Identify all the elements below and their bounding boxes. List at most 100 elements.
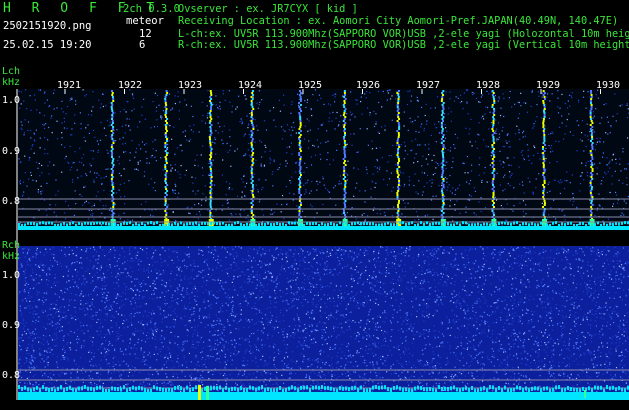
baseline-noise [573, 387, 575, 392]
meteor-echo [543, 138, 546, 140]
baseline-noise [183, 223, 185, 227]
baseline-noise [390, 223, 392, 227]
baseline-noise [204, 386, 206, 391]
meteor-echo [440, 142, 443, 144]
baseline-noise [516, 221, 518, 225]
meteor-echo [442, 164, 445, 166]
baseline-noise [588, 221, 590, 225]
meteor-echo [491, 134, 494, 136]
baseline-noise [264, 387, 266, 392]
baseline-noise [414, 223, 416, 227]
time-tick: 1927 [416, 80, 441, 91]
meteor-echo [298, 106, 301, 108]
meteor-echo [166, 190, 169, 192]
meteor-echo [398, 160, 401, 162]
baseline-noise [372, 222, 374, 226]
baseline-noise [129, 387, 131, 392]
meteor-echo [542, 174, 545, 176]
baseline-noise [246, 222, 248, 226]
baseline-noise [150, 388, 152, 393]
meteor-echo [590, 200, 593, 202]
meteor-echo [440, 114, 443, 116]
baseline-noise [195, 385, 197, 390]
meteor-echo [492, 120, 495, 122]
meteor-echo [492, 202, 495, 204]
meteor-echo [396, 150, 399, 152]
baseline-noise [408, 388, 410, 393]
meteor-echo [542, 154, 545, 156]
meteor-echo [491, 204, 494, 206]
baseline-noise [540, 221, 542, 225]
lch-label: Lch [2, 66, 21, 77]
meteor-echo [590, 176, 593, 178]
meteor-echo [543, 140, 546, 142]
meteor-echo [299, 118, 302, 120]
meteor-echo [298, 188, 301, 190]
baseline-noise [33, 222, 35, 226]
baseline-noise [321, 222, 323, 226]
meteor-echo [343, 148, 346, 150]
baseline-noise [444, 386, 446, 391]
meteor-echo [397, 134, 400, 136]
meteor-echo [111, 176, 114, 178]
meteor-echo [299, 150, 302, 152]
meteor-echo [343, 162, 346, 164]
meteor-echo [343, 172, 346, 174]
meteor-echo [589, 150, 592, 152]
baseline-noise [345, 386, 347, 391]
baseline-noise [369, 222, 371, 226]
meteor-echo [210, 150, 213, 152]
baseline-noise [57, 223, 59, 227]
baseline-noise [501, 221, 503, 225]
baseline-noise [549, 388, 551, 393]
meteor-echo [164, 98, 167, 100]
meteor-echo [299, 182, 302, 184]
meteor-echo [590, 104, 593, 106]
meteor-echo [298, 180, 301, 182]
baseline-noise [258, 386, 260, 391]
meteor-echo [491, 200, 494, 202]
meteor-echo [442, 102, 445, 104]
meteor-echo [164, 106, 167, 108]
meteor-echo [398, 128, 401, 130]
baseline-noise [168, 387, 170, 392]
meteor-echo [165, 122, 168, 124]
meteor-echo [344, 164, 347, 166]
baseline-noise [513, 221, 515, 225]
meteor-echo [343, 110, 346, 112]
baseline-noise [282, 388, 284, 393]
meteor-echo [543, 96, 546, 98]
meteor-echo [165, 94, 168, 96]
meteor-echo [251, 204, 254, 206]
baseline-noise [624, 221, 626, 225]
baseline-noise [423, 222, 425, 226]
meteor-echo [209, 212, 212, 214]
meteor-echo [111, 200, 114, 202]
meteor-echo [542, 194, 545, 196]
meteor-echo [250, 104, 253, 106]
meteor-echo [111, 148, 114, 150]
meteor-echo [344, 176, 347, 178]
baseline-noise [564, 387, 566, 392]
baseline-noise [348, 387, 350, 392]
meteor-echo [441, 150, 444, 152]
baseline-noise [171, 223, 173, 227]
meteor-echo [210, 174, 213, 176]
meteor-echo [299, 108, 302, 110]
baseline-noise [132, 223, 134, 227]
baseline-noise [588, 386, 590, 391]
meteor-echo [542, 100, 545, 102]
meteor-echo [491, 180, 494, 182]
baseline-noise [198, 223, 200, 227]
meteor-echo [299, 116, 302, 118]
meteor-echo [164, 174, 167, 176]
baseline-noise [21, 386, 23, 391]
baseline-noise [450, 223, 452, 227]
meteor-echo [164, 164, 167, 166]
baseline-noise [600, 385, 602, 390]
meteor-echo [210, 152, 213, 154]
baseline-noise [558, 223, 560, 227]
meteor-echo [252, 188, 255, 190]
time-tick: 1929 [536, 80, 561, 91]
meteor-echo [251, 92, 254, 94]
